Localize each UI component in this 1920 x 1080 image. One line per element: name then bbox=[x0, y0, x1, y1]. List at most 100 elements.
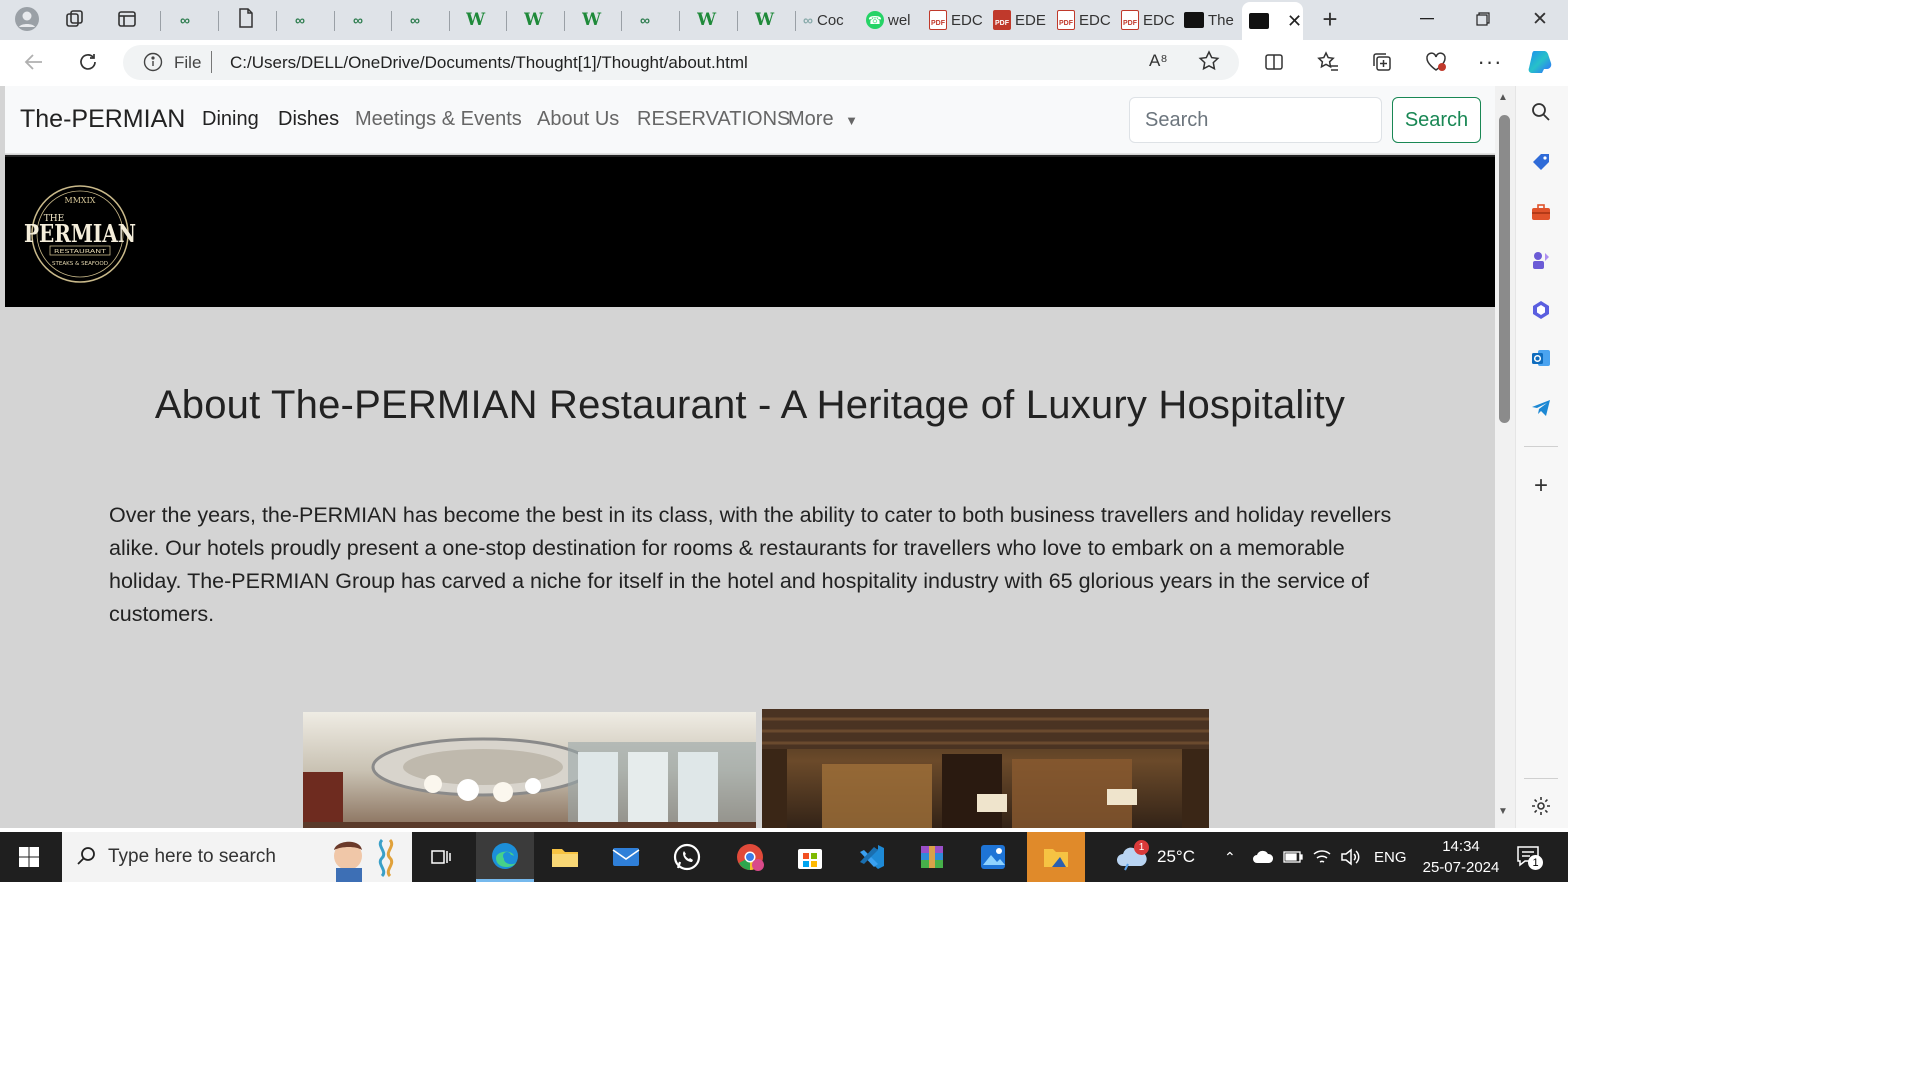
browser-tab[interactable]: PDF EDC bbox=[1057, 4, 1112, 36]
w-favicon-icon: W bbox=[582, 10, 602, 30]
pdf-favicon-icon: PDF bbox=[1121, 10, 1139, 30]
edge-taskbar-icon[interactable] bbox=[476, 832, 534, 882]
minimize-icon[interactable] bbox=[1412, 4, 1442, 34]
taskbar-search-box[interactable]: Type here to search bbox=[62, 832, 412, 882]
logo-year-text: MMXIX bbox=[65, 196, 96, 205]
split-screen-icon[interactable] bbox=[1258, 46, 1290, 78]
browser-tab[interactable]: ∞ bbox=[410, 4, 434, 36]
link-favicon-icon: ∞ bbox=[640, 12, 650, 28]
browser-tab[interactable]: W bbox=[466, 4, 492, 36]
battery-icon[interactable] bbox=[1283, 832, 1303, 882]
browser-tab[interactable]: PDF EDE bbox=[993, 4, 1048, 36]
show-hidden-icons[interactable]: ⌃ bbox=[1224, 832, 1236, 882]
sidebar-outlook-icon[interactable] bbox=[1527, 344, 1555, 372]
browser-tab[interactable] bbox=[238, 4, 262, 36]
volume-icon[interactable] bbox=[1340, 832, 1360, 882]
browser-tab[interactable]: ∞ bbox=[295, 4, 319, 36]
read-aloud-icon[interactable]: A⁸ bbox=[1149, 51, 1168, 71]
browser-tab[interactable]: ☎ wel bbox=[866, 4, 921, 36]
collections-icon[interactable] bbox=[1366, 46, 1398, 78]
close-tab-icon[interactable]: ✕ bbox=[1287, 11, 1302, 32]
search-highlight-scientist-icon[interactable] bbox=[320, 834, 400, 888]
browser-tab[interactable]: The bbox=[1184, 4, 1240, 36]
nav-link-dishes[interactable]: Dishes bbox=[278, 108, 339, 131]
weather-widget[interactable]: 1 25°C bbox=[1115, 832, 1195, 882]
browser-tab[interactable]: ∞ bbox=[180, 4, 204, 36]
vscode-icon[interactable] bbox=[852, 838, 892, 876]
mail-icon[interactable] bbox=[606, 838, 646, 876]
hero-banner: MMXIX THE PERMIAN RESTAURANT STEAKS & SE… bbox=[5, 155, 1495, 307]
tab-actions-icon[interactable] bbox=[112, 4, 142, 34]
sidebar-games-icon[interactable] bbox=[1527, 246, 1555, 274]
weather-badge: 1 bbox=[1134, 840, 1149, 855]
browser-tab[interactable]: W bbox=[697, 4, 723, 36]
site-navbar: The-PERMIAN Dining Dishes Meetings & Eve… bbox=[5, 86, 1495, 154]
browser-tab-active[interactable]: ✕ bbox=[1242, 2, 1303, 40]
nav-more-label: More bbox=[788, 108, 834, 130]
site-search-button[interactable]: Search bbox=[1392, 97, 1481, 143]
task-view-icon[interactable] bbox=[421, 838, 461, 876]
browser-tab[interactable]: W bbox=[582, 4, 608, 36]
language-indicator[interactable]: ENG bbox=[1374, 832, 1407, 882]
chrome-taskbar-icon[interactable] bbox=[730, 838, 770, 876]
sidebar-tools-icon[interactable] bbox=[1527, 198, 1555, 226]
site-search-input[interactable]: Search bbox=[1129, 97, 1382, 143]
pdf-favicon-icon: PDF bbox=[1057, 10, 1075, 30]
logo-tagline-text: STEAKS & SEAFOOD bbox=[52, 261, 108, 267]
nav-link-reservations[interactable]: RESERVATIONS bbox=[637, 108, 790, 131]
favorite-star-icon[interactable] bbox=[1198, 50, 1220, 77]
profile-avatar-icon[interactable] bbox=[12, 4, 42, 34]
clock[interactable]: 14:34 25-07-2024 bbox=[1420, 836, 1502, 878]
weather-cloud-icon: 1 bbox=[1115, 840, 1149, 872]
back-icon[interactable] bbox=[18, 46, 50, 78]
copilot-icon[interactable] bbox=[1524, 46, 1556, 78]
page-viewport: The-PERMIAN Dining Dishes Meetings & Eve… bbox=[0, 86, 1515, 828]
sidebar-add-icon[interactable]: + bbox=[1527, 472, 1555, 500]
new-tab-icon[interactable]: + bbox=[1315, 4, 1345, 34]
browser-essentials-icon[interactable] bbox=[1420, 46, 1452, 78]
browser-tab[interactable]: W bbox=[755, 4, 781, 36]
sidebar-search-icon[interactable] bbox=[1527, 98, 1555, 126]
close-window-icon[interactable]: ✕ bbox=[1525, 4, 1555, 34]
info-icon[interactable] bbox=[143, 52, 163, 77]
link-favicon-icon: ∞ bbox=[410, 12, 420, 28]
file-explorer-icon[interactable] bbox=[545, 838, 585, 876]
notification-center-icon[interactable]: 1 bbox=[1516, 832, 1543, 882]
permian-logo: MMXIX THE PERMIAN RESTAURANT STEAKS & SE… bbox=[24, 185, 136, 283]
browser-tab[interactable]: ∞ Coc bbox=[803, 4, 858, 36]
scroll-up-icon[interactable]: ▲ bbox=[1498, 92, 1508, 103]
scrollbar-thumb[interactable] bbox=[1499, 115, 1510, 423]
url-box[interactable]: File C:/Users/DELL/OneDrive/Documents/Th… bbox=[123, 45, 1239, 80]
nav-link-dining[interactable]: Dining bbox=[202, 108, 259, 131]
nav-link-about-us[interactable]: About Us bbox=[537, 108, 619, 131]
photos-icon[interactable] bbox=[973, 838, 1013, 876]
scroll-down-icon[interactable]: ▼ bbox=[1498, 806, 1508, 817]
nav-dropdown-more[interactable]: More ▼ bbox=[788, 108, 858, 131]
nav-link-meetings-events[interactable]: Meetings & Events bbox=[355, 108, 522, 131]
sidebar-telegram-icon[interactable] bbox=[1527, 394, 1555, 422]
browser-tab[interactable]: ∞ bbox=[640, 4, 664, 36]
browser-tab[interactable]: ∞ bbox=[353, 4, 377, 36]
refresh-icon[interactable] bbox=[72, 46, 104, 78]
wifi-icon[interactable] bbox=[1312, 832, 1332, 882]
restaurant-interior-photo-2 bbox=[762, 709, 1209, 828]
site-brand[interactable]: The-PERMIAN bbox=[20, 105, 185, 134]
workspaces-icon[interactable] bbox=[60, 4, 90, 34]
browser-tab[interactable]: W bbox=[524, 4, 550, 36]
onedrive-icon[interactable] bbox=[1252, 832, 1274, 882]
whatsapp-taskbar-icon[interactable] bbox=[667, 838, 707, 876]
url-text[interactable]: C:/Users/DELL/OneDrive/Documents/Thought… bbox=[230, 53, 748, 73]
w-favicon-icon: W bbox=[466, 10, 486, 30]
sidebar-settings-icon[interactable] bbox=[1527, 792, 1555, 820]
browser-tab[interactable]: PDF EDC bbox=[1121, 4, 1176, 36]
winrar-icon[interactable] bbox=[912, 838, 952, 876]
restore-icon[interactable] bbox=[1468, 4, 1498, 34]
active-app-taskbar-icon[interactable] bbox=[1027, 832, 1085, 882]
browser-tab[interactable]: PDF EDC bbox=[929, 4, 984, 36]
more-options-icon[interactable]: ··· bbox=[1474, 46, 1506, 78]
sidebar-m365-icon[interactable] bbox=[1527, 296, 1555, 324]
start-windows-icon[interactable] bbox=[9, 838, 49, 876]
sidebar-shopping-icon[interactable] bbox=[1527, 148, 1555, 176]
microsoft-store-icon[interactable] bbox=[790, 838, 830, 876]
favorites-icon[interactable] bbox=[1312, 46, 1344, 78]
